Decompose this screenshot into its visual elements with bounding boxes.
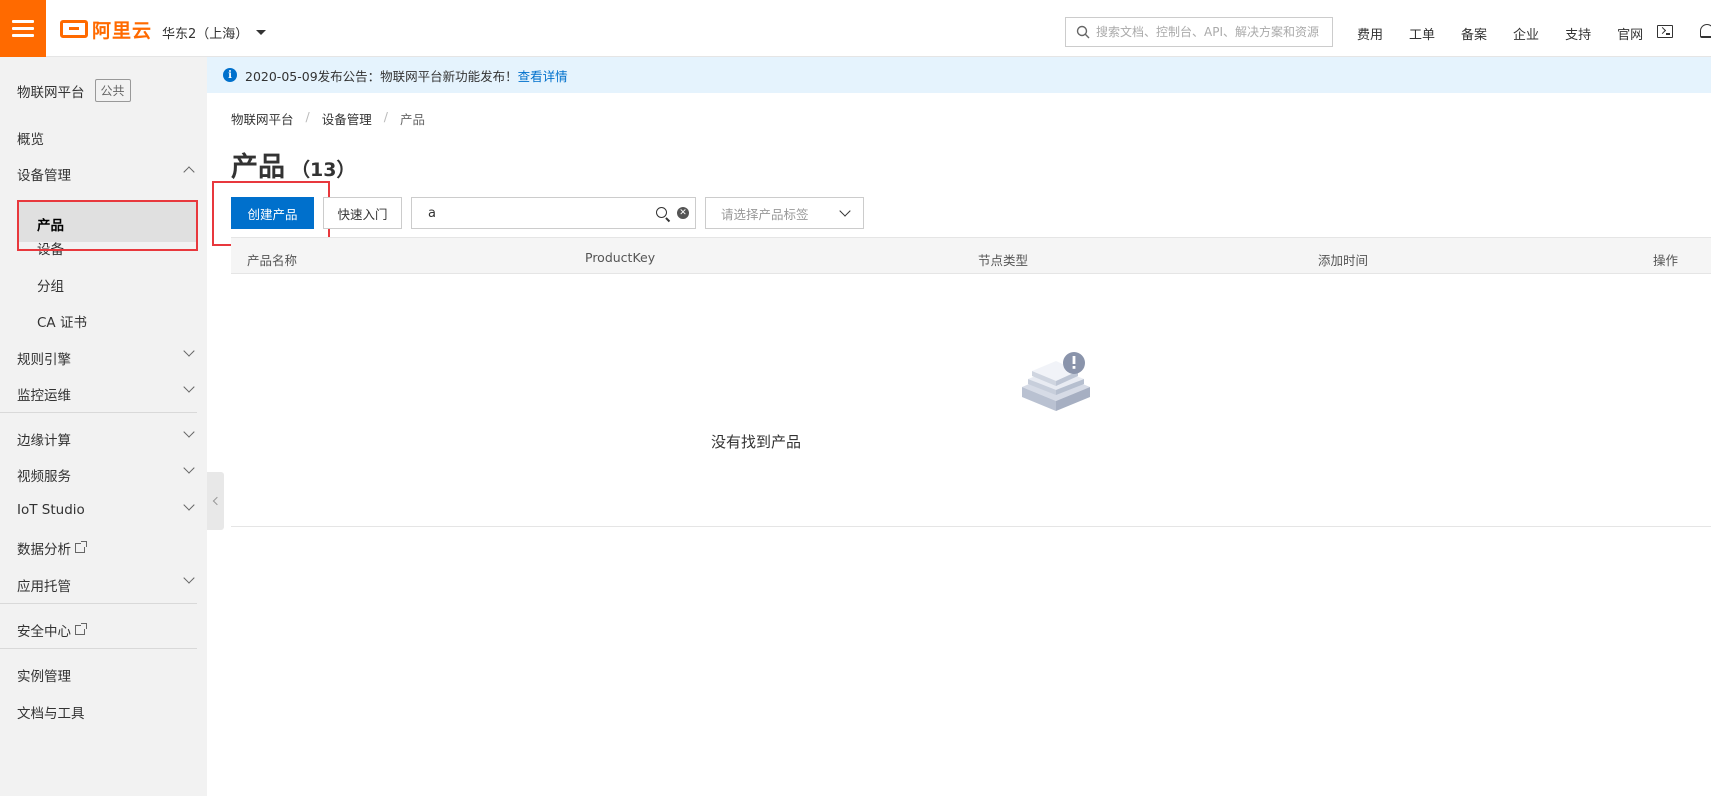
- product-tag-select[interactable]: 请选择产品标签: [705, 197, 864, 229]
- external-link-icon: [75, 623, 87, 635]
- external-link-icon: [75, 541, 87, 553]
- column-header-actions: 操作: [1653, 253, 1679, 268]
- sidebar-item-device-management[interactable]: 设备管理: [17, 164, 71, 184]
- sidebar-item-ca-cert[interactable]: CA 证书: [37, 311, 87, 331]
- region-selector[interactable]: 华东2（上海）: [162, 23, 267, 42]
- create-product-button[interactable]: 创建产品: [231, 197, 314, 229]
- logo-mark: [60, 20, 88, 38]
- empty-state-text: 没有找到产品: [710, 433, 801, 451]
- logo-text: 阿里云: [92, 19, 153, 42]
- table-header: 产品名称 ProductKey 节点类型 添加时间 操作: [231, 237, 1711, 274]
- page-title-text: 产品: [231, 152, 285, 183]
- column-header-productkey: ProductKey: [585, 250, 656, 265]
- sidebar-item-security-center[interactable]: 安全中心: [17, 620, 87, 640]
- chevron-up-icon[interactable]: [183, 166, 195, 178]
- quick-start-button[interactable]: 快速入门: [323, 197, 402, 229]
- announcement-bar: i 2020-05-09发布公告：物联网平台新功能发布！ 查看详情: [207, 57, 1711, 93]
- region-label: 华东2（上海）: [162, 27, 249, 42]
- breadcrumb: 物联网平台 / 设备管理 / 产品: [231, 109, 425, 128]
- top-link-support[interactable]: 支持: [1565, 24, 1591, 43]
- top-link-icp[interactable]: 备案: [1461, 24, 1487, 43]
- chevron-down-icon[interactable]: [183, 381, 195, 393]
- breadcrumb-item-product: 产品: [399, 112, 425, 127]
- sidebar-item-product[interactable]: 产品: [37, 214, 64, 234]
- sidebar-item-security-label: 安全中心: [17, 624, 71, 640]
- top-link-ticket[interactable]: 工单: [1409, 24, 1435, 43]
- chevron-down-icon[interactable]: [183, 426, 195, 438]
- column-header-product-name: 产品名称: [247, 253, 298, 268]
- product-tag-placeholder: 请选择产品标签: [721, 206, 809, 222]
- sidebar-item-instance-management[interactable]: 实例管理: [17, 665, 71, 685]
- sidebar-divider: [0, 648, 197, 649]
- search-icon: [1076, 25, 1090, 39]
- info-icon: i: [223, 68, 237, 82]
- chevron-down-icon[interactable]: [183, 572, 195, 584]
- clear-icon[interactable]: ✕: [677, 207, 689, 219]
- sidebar-item-iot-studio[interactable]: IoT Studio: [17, 502, 85, 518]
- bell-icon[interactable]: [1700, 24, 1711, 38]
- column-header-added-time: 添加时间: [1318, 253, 1369, 268]
- aliyun-logo[interactable]: 阿里云: [60, 18, 153, 42]
- chevron-down-icon: [256, 30, 267, 35]
- sidebar-title: 物联网平台: [17, 84, 85, 101]
- announcement-link[interactable]: 查看详情: [518, 66, 568, 85]
- announcement-text: 2020-05-09发布公告：物联网平台新功能发布！: [245, 68, 518, 84]
- breadcrumb-item-device-management[interactable]: 设备管理: [322, 109, 372, 128]
- sidebar-item-device[interactable]: 设备: [37, 238, 64, 258]
- sidebar-header: 物联网平台 公共: [17, 79, 131, 102]
- sidebar-item-monitoring[interactable]: 监控运维: [17, 384, 71, 404]
- sidebar-item-app-hosting[interactable]: 应用托管: [17, 575, 71, 595]
- sidebar-divider: [0, 412, 197, 413]
- terminal-icon[interactable]: [1657, 25, 1673, 38]
- top-links: 费用 工单 备案 企业 支持 官网: [1357, 24, 1669, 43]
- product-search-input[interactable]: [428, 205, 658, 221]
- top-link-billing[interactable]: 费用: [1357, 24, 1383, 43]
- product-count: （13）: [291, 159, 356, 181]
- sidebar-divider: [0, 603, 197, 604]
- product-search: ✕: [411, 197, 696, 229]
- breadcrumb-separator: /: [305, 109, 310, 124]
- sidebar-item-data-analysis[interactable]: 数据分析: [17, 538, 87, 558]
- breadcrumb-item-iot-platform[interactable]: 物联网平台: [231, 109, 294, 128]
- chevron-down-icon[interactable]: [183, 462, 195, 474]
- sidebar-item-docs-tools[interactable]: 文档与工具: [17, 702, 85, 722]
- sidebar-item-data-analysis-label: 数据分析: [17, 542, 71, 558]
- top-link-official[interactable]: 官网: [1617, 24, 1643, 43]
- menu-icon[interactable]: [0, 0, 46, 57]
- public-badge: 公共: [94, 79, 131, 102]
- sidebar: 物联网平台 公共 概览 设备管理 产品 设备 分组 CA 证书 规则引擎 监控运…: [0, 57, 207, 796]
- global-search-input[interactable]: [1096, 25, 1326, 39]
- empty-state: 没有找到产品: [231, 274, 1711, 527]
- page-title: 产品 （13）: [231, 145, 355, 184]
- sidebar-item-video-service[interactable]: 视频服务: [17, 465, 71, 485]
- chevron-down-icon: [839, 205, 851, 217]
- search-icon[interactable]: [656, 207, 667, 218]
- sidebar-item-overview[interactable]: 概览: [17, 128, 44, 148]
- chevron-down-icon[interactable]: [183, 345, 195, 357]
- top-link-enterprise[interactable]: 企业: [1513, 24, 1539, 43]
- top-navigation-bar: 阿里云 华东2（上海） 费用 工单 备案 企业 支持 官网: [0, 0, 1711, 57]
- chevron-down-icon[interactable]: [183, 499, 195, 511]
- sidebar-item-group[interactable]: 分组: [37, 275, 64, 295]
- empty-box-icon: [1022, 352, 1090, 411]
- chevron-left-icon: [212, 496, 222, 506]
- column-header-node-type: 节点类型: [978, 253, 1029, 268]
- sidebar-item-rules-engine[interactable]: 规则引擎: [17, 348, 71, 368]
- breadcrumb-separator: /: [383, 109, 388, 124]
- sidebar-collapse-button[interactable]: [207, 472, 224, 530]
- sidebar-item-edge-computing[interactable]: 边缘计算: [17, 429, 71, 449]
- global-search[interactable]: [1065, 17, 1333, 47]
